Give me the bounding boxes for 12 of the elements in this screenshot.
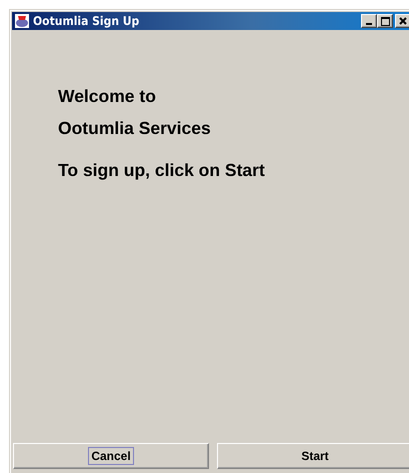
window-title: Ootumlia Sign Up	[33, 14, 140, 28]
maximize-button[interactable]	[377, 14, 393, 28]
cancel-button[interactable]: Cancel	[13, 443, 209, 469]
start-button[interactable]: Start	[217, 443, 409, 469]
maximize-icon	[380, 16, 390, 26]
message-text: Ootumlia Services	[58, 118, 212, 139]
app-icon	[14, 13, 30, 29]
close-button[interactable]	[395, 14, 409, 28]
message-text: Welcome to	[58, 86, 157, 107]
message-text: To sign up, click on Start	[58, 160, 266, 181]
close-icon	[399, 17, 407, 25]
minimize-button[interactable]	[361, 14, 377, 28]
